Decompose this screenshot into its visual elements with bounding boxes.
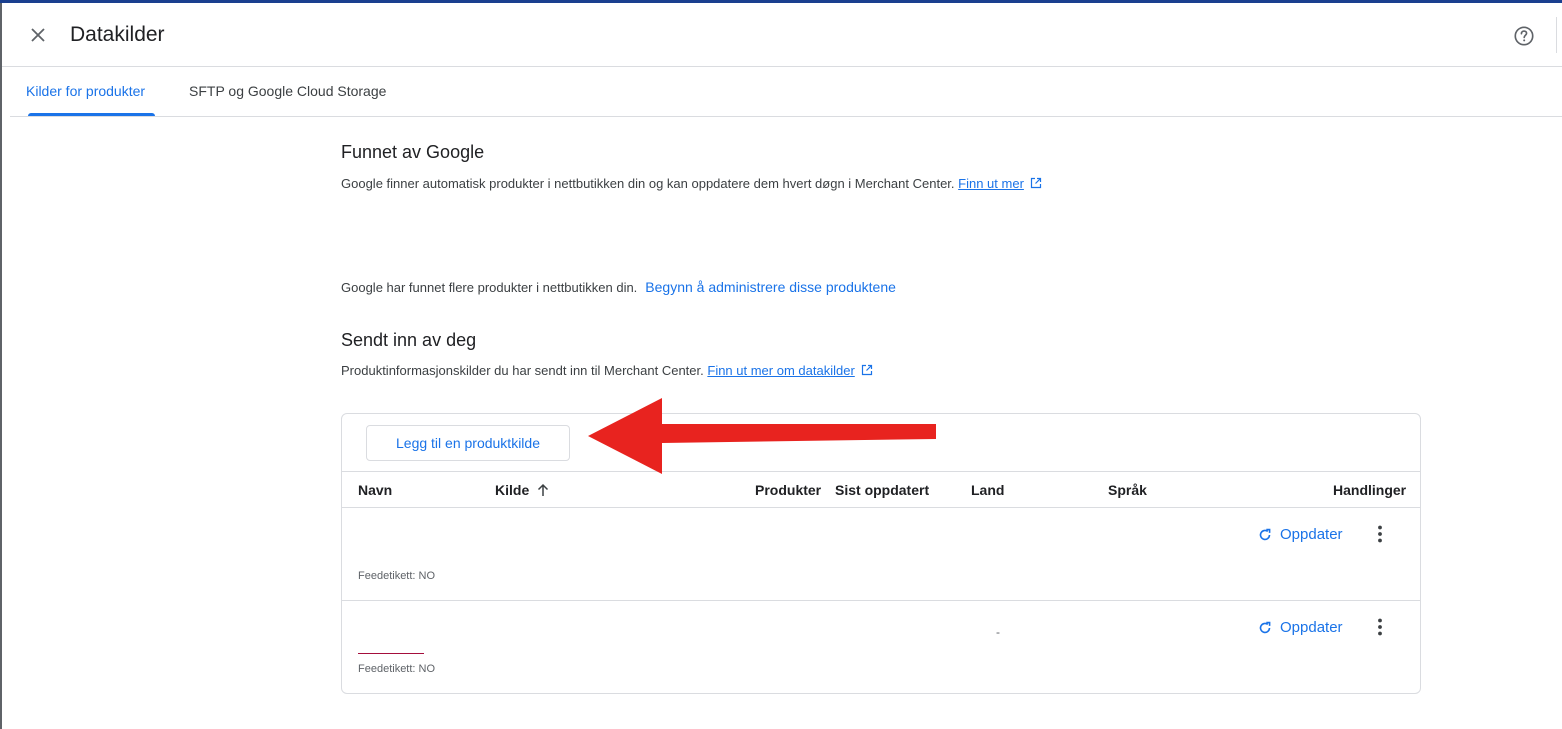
help-icon xyxy=(1514,26,1534,46)
found-by-google-title: Funnet av Google xyxy=(341,142,485,162)
tab-product-sources[interactable]: Kilder for produkter xyxy=(26,67,145,116)
feed-label: Feedetikett: NO xyxy=(358,570,436,582)
active-tab-indicator xyxy=(28,113,155,116)
found-by-google-description: Google finner automatisk produkter i net… xyxy=(341,176,1042,191)
more-options-button[interactable] xyxy=(1370,615,1390,639)
tab-sftp-cloud-storage[interactable]: SFTP og Google Cloud Storage xyxy=(189,67,386,116)
submitted-by-you-title: Sendt inn av deg xyxy=(341,330,477,350)
sort-ascending-icon xyxy=(538,483,549,496)
update-button[interactable]: Oppdater xyxy=(1258,619,1343,636)
found-by-google-text: Google finner automatisk produkter i net… xyxy=(341,176,955,191)
column-header-products[interactable]: Produkter xyxy=(755,472,821,508)
header: Datakilder xyxy=(2,3,1562,67)
update-label: Oppdater xyxy=(1280,526,1343,543)
column-header-country[interactable]: Land xyxy=(971,472,1004,508)
refresh-icon xyxy=(1259,528,1271,540)
table-header: Navn Kilde Produkter Sist oppdatert Land… xyxy=(342,471,1420,508)
more-options-button[interactable] xyxy=(1370,522,1390,546)
header-divider xyxy=(1556,17,1557,53)
window-left-edge xyxy=(0,3,2,729)
help-button[interactable] xyxy=(1510,22,1538,50)
close-icon xyxy=(31,28,45,42)
refresh-icon xyxy=(1259,621,1271,633)
table-row: Oppdater Feedetikett: NO xyxy=(342,508,1420,601)
close-button[interactable] xyxy=(24,21,52,49)
more-vert-icon xyxy=(1378,525,1382,543)
column-header-language[interactable]: Språk xyxy=(1108,472,1147,508)
column-header-last-updated[interactable]: Sist oppdatert xyxy=(835,472,929,508)
last-updated-value: - xyxy=(996,625,1000,639)
source-name-link-underline[interactable] xyxy=(358,653,424,654)
learn-more-link[interactable]: Finn ut mer xyxy=(958,176,1024,191)
feed-label: Feedetikett: NO xyxy=(358,663,436,675)
column-header-source[interactable]: Kilde xyxy=(495,472,549,508)
table-row: - Oppdater Feedetikett: NO xyxy=(342,601,1420,694)
learn-more-data-sources-link[interactable]: Finn ut mer om datakilder xyxy=(707,363,854,378)
column-header-name[interactable]: Navn xyxy=(358,472,392,508)
external-link-icon xyxy=(1030,177,1042,189)
start-managing-link[interactable]: Begynn å administrere disse produktene xyxy=(645,279,896,295)
red-arrow-annotation-icon xyxy=(588,398,936,474)
more-vert-icon xyxy=(1378,618,1382,636)
tab-bar: Kilder for produkter SFTP og Google Clou… xyxy=(10,67,1562,117)
update-button[interactable]: Oppdater xyxy=(1258,526,1343,543)
column-header-actions: Handlinger xyxy=(1333,482,1407,498)
page-title: Datakilder xyxy=(70,23,165,46)
submitted-by-you-description: Produktinformasjonskilder du har sendt i… xyxy=(341,363,873,378)
found-more-products-line: Google har funnet flere produkter i nett… xyxy=(341,279,896,295)
submitted-by-you-text: Produktinformasjonskilder du har sendt i… xyxy=(341,363,704,378)
external-link-icon xyxy=(861,364,872,376)
add-product-source-button[interactable]: Legg til en produktkilde xyxy=(366,425,570,461)
update-label: Oppdater xyxy=(1280,619,1343,636)
found-more-products-text: Google har funnet flere produkter i nett… xyxy=(341,280,638,295)
column-header-source-label: Kilde xyxy=(495,482,530,498)
